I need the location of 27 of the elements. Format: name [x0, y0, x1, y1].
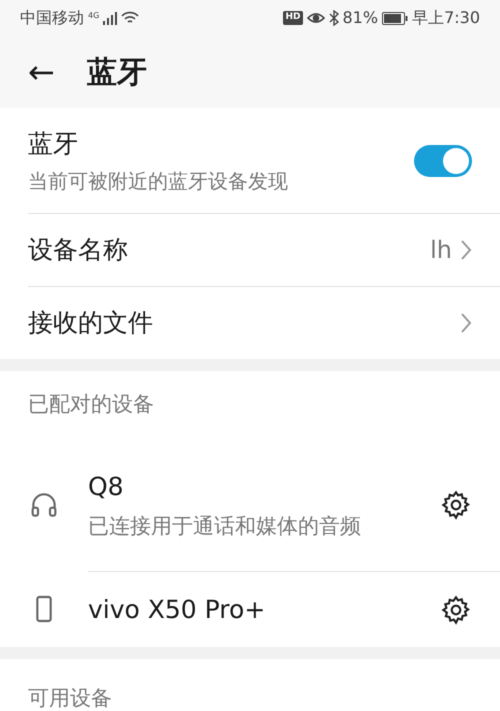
settings-icon[interactable] — [440, 594, 472, 626]
back-button[interactable]: ← — [28, 56, 55, 88]
settings-icon[interactable] — [440, 489, 472, 521]
setting-subtitle: 当前可被附近的蓝牙设备发现 — [28, 168, 288, 196]
bluetooth-toggle[interactable] — [414, 144, 472, 176]
eye-icon — [306, 11, 324, 25]
page-title: 蓝牙 — [86, 54, 147, 92]
device-name[interactable]: vivo X50 Pro+ — [88, 590, 418, 628]
battery-level: 81% — [342, 7, 378, 29]
section-heading: 已配对的设备 — [28, 391, 154, 418]
section-heading: 可用设备 — [28, 685, 112, 711]
chevron-icon — [460, 239, 472, 261]
hd-badge: HD — [283, 11, 302, 25]
signal-icon — [103, 11, 118, 25]
network-type: 4G — [88, 10, 100, 22]
setting-label[interactable]: 设备名称 — [28, 231, 128, 269]
setting-title: 蓝牙 — [28, 128, 79, 160]
clock-time: 早上7:30 — [412, 7, 480, 29]
bluetooth-icon — [328, 10, 338, 26]
carrier-name: 中国移动 — [20, 7, 84, 29]
device-status: 已连接用于通话和媒体的音频 — [88, 512, 362, 540]
device-name[interactable]: Q8 — [88, 468, 418, 506]
wifi-icon — [121, 11, 140, 25]
battery-icon — [382, 12, 408, 24]
chevron-icon — [460, 312, 472, 334]
setting-value: lh — [430, 235, 452, 266]
setting-label[interactable]: 接收的文件 — [28, 304, 153, 342]
